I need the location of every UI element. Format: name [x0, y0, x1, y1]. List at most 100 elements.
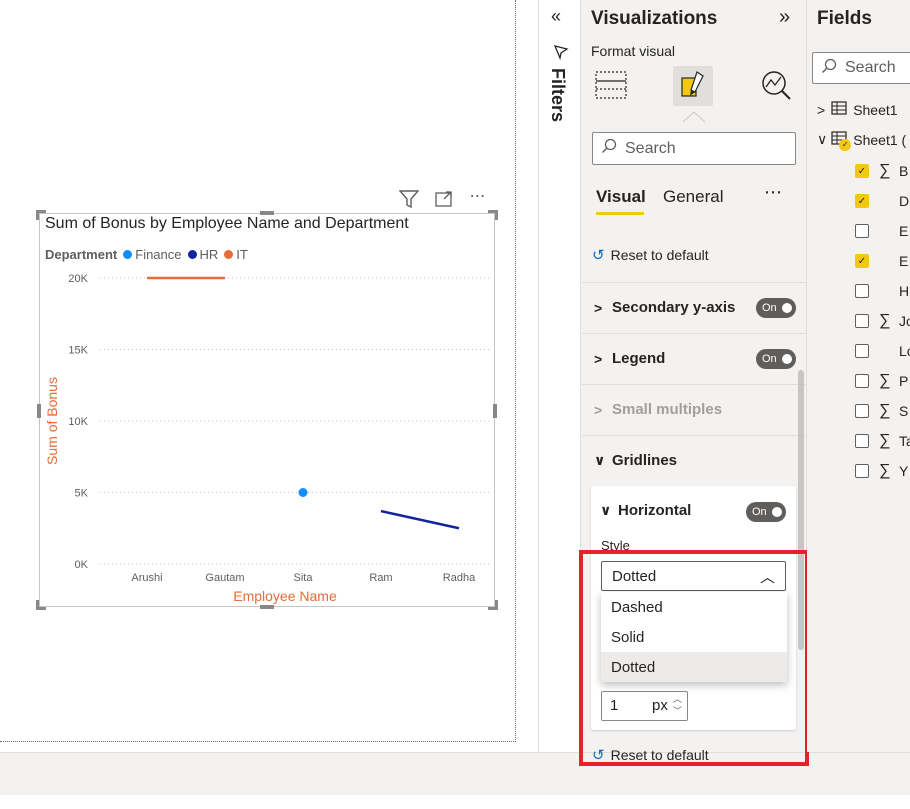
field-item[interactable]: E	[855, 220, 908, 242]
checkbox-checked[interactable]: ✓	[855, 194, 869, 208]
field-item[interactable]: ∑ Ta	[855, 430, 910, 452]
analytics-icon[interactable]	[757, 66, 797, 106]
series-line-hr	[380, 509, 460, 530]
filters-label[interactable]: Filters	[547, 68, 568, 122]
y-tick-label: 20K	[68, 273, 88, 285]
section-secondary-y-axis[interactable]: > Secondary y-axis On	[582, 282, 806, 332]
filter-icon[interactable]	[398, 190, 420, 210]
horizontal-gridlines-toggle[interactable]: On	[746, 502, 786, 522]
series-point-finance	[298, 488, 308, 497]
field-label: Jo	[899, 313, 910, 329]
sum-icon: ∑	[879, 372, 891, 389]
format-visual-icon[interactable]	[673, 66, 713, 106]
chevron-right-icon: >	[817, 101, 826, 118]
y-axis-title: Sum of Bonus	[44, 377, 60, 465]
focus-mode-icon[interactable]	[433, 190, 455, 210]
checkbox[interactable]	[855, 224, 869, 238]
table-sheet1[interactable]: > Sheet1	[817, 101, 898, 118]
resize-handle[interactable]	[37, 404, 41, 418]
field-item[interactable]: ∑ S	[855, 400, 908, 422]
y-tick-label: 5K	[75, 488, 89, 500]
x-tick-label: Arushi	[131, 572, 162, 584]
field-label: D	[899, 193, 910, 209]
chevron-right-icon: >	[594, 299, 603, 316]
format-visual-label: Format visual	[591, 43, 676, 59]
x-tick-label: Sita	[294, 572, 314, 584]
resize-handle[interactable]	[36, 600, 46, 610]
checkbox[interactable]	[855, 314, 869, 328]
resize-handle[interactable]	[488, 600, 498, 610]
checkbox[interactable]	[855, 284, 869, 298]
sum-icon: ∑	[879, 462, 891, 479]
field-label: E	[899, 253, 909, 269]
field-label: H	[899, 283, 910, 299]
x-tick-label: Radha	[443, 572, 476, 584]
annotation-highlight-box	[579, 550, 809, 766]
field-label: E	[899, 223, 909, 239]
y-tick-label: 0K	[75, 559, 89, 571]
expand-right-icon[interactable]: »	[779, 6, 790, 29]
resize-handle[interactable]	[36, 210, 46, 220]
section-small-multiples[interactable]: > Small multiples	[582, 384, 806, 434]
build-visual-icon[interactable]	[590, 66, 630, 106]
field-label: S	[899, 403, 909, 419]
field-label: Lo	[899, 343, 910, 359]
table-sheet1-expanded[interactable]: ∨ ✓ Sheet1 (	[817, 131, 906, 151]
sum-icon: ∑	[879, 402, 891, 419]
y-tick-label: 10K	[68, 416, 88, 428]
x-tick-label: Gautam	[205, 572, 244, 584]
tab-visual[interactable]: Visual	[596, 187, 646, 207]
tab-general[interactable]: General	[663, 187, 723, 207]
secondary-y-axis-toggle[interactable]: On	[756, 298, 796, 318]
checkbox-checked[interactable]: ✓	[855, 254, 869, 268]
table-icon	[831, 101, 847, 118]
resize-handle[interactable]	[260, 211, 274, 215]
horizontal-header[interactable]: ∨ Horizontal	[600, 502, 691, 519]
field-label: B	[899, 163, 909, 179]
reset-icon: ↺	[592, 247, 605, 264]
fields-search-input[interactable]: Search	[812, 52, 910, 84]
line-chart-visual[interactable]: Sum of Bonus by Employee Name and Depart…	[36, 210, 498, 610]
field-item[interactable]: Lo	[855, 340, 910, 362]
active-tab-indicator	[596, 212, 644, 215]
search-placeholder: Search	[625, 139, 676, 157]
chevron-down-icon: ∨	[817, 131, 828, 147]
table-icon: ✓	[831, 131, 852, 151]
field-item[interactable]: ∑ Jo	[855, 310, 910, 332]
tab-more-icon[interactable]: ⋯	[764, 182, 783, 203]
field-item[interactable]: ∑ P	[855, 370, 908, 392]
field-item[interactable]: ∑ Y	[855, 460, 908, 482]
search-icon	[601, 138, 617, 159]
y-tick-label: 15K	[68, 345, 88, 357]
resize-handle[interactable]	[488, 210, 498, 220]
search-icon	[821, 58, 837, 79]
field-item[interactable]: ✓ ∑ B	[855, 160, 908, 182]
checkbox[interactable]	[855, 464, 869, 478]
resize-handle[interactable]	[493, 404, 497, 418]
reset-to-default-link[interactable]: ↺ Reset to default	[592, 246, 709, 264]
field-item[interactable]: ✓ D	[855, 190, 909, 212]
resize-handle[interactable]	[260, 605, 274, 609]
field-label: Ta	[899, 433, 910, 449]
section-legend[interactable]: > Legend On	[582, 333, 806, 383]
checkbox[interactable]	[855, 344, 869, 358]
checkbox-checked[interactable]: ✓	[855, 164, 869, 178]
checkbox[interactable]	[855, 404, 869, 418]
collapse-left-icon[interactable]: «	[551, 6, 561, 27]
field-item[interactable]: H	[855, 280, 909, 302]
checkbox[interactable]	[855, 374, 869, 388]
filter-funnel-icon	[553, 44, 569, 65]
chart-plot: 0K 5K 10K 15K 20K Arushi Gautam Sita Ram Radha Emp…	[44, 273, 490, 604]
chevron-right-icon: >	[594, 401, 603, 418]
field-label: Y	[899, 463, 909, 479]
x-tick-label: Ram	[369, 572, 392, 584]
legend-toggle[interactable]: On	[756, 349, 796, 369]
checkbox[interactable]	[855, 434, 869, 448]
field-item[interactable]: ✓ E	[855, 250, 908, 272]
more-options-icon[interactable]: ⋯	[467, 186, 489, 206]
chevron-down-icon: ∨	[594, 452, 606, 468]
fields-title: Fields	[817, 8, 872, 29]
field-label: P	[899, 373, 909, 389]
visualizations-title: Visualizations	[591, 8, 718, 29]
format-search-input[interactable]: Search	[592, 132, 796, 165]
